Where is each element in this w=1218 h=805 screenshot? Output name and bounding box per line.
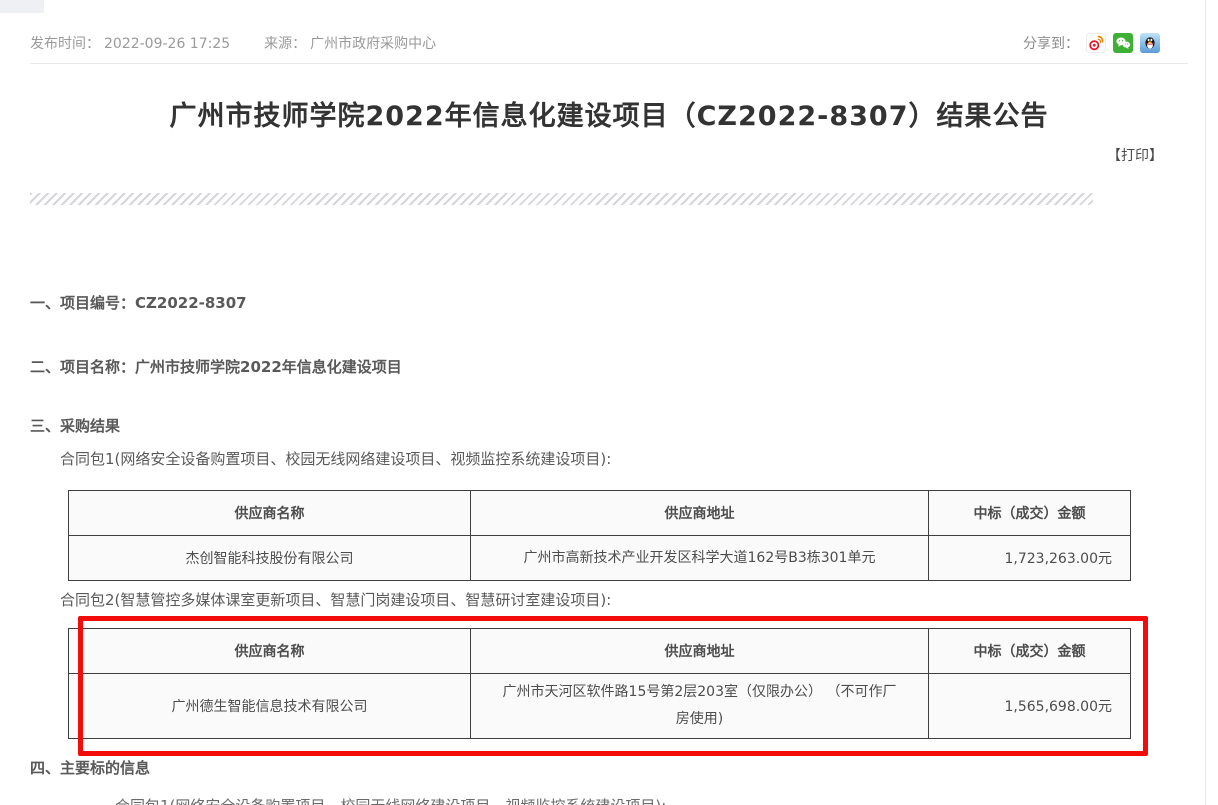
- section-main-subject-info: 四、主要标的信息: [30, 757, 150, 778]
- package1-label: 合同包1(网络安全设备购置项目、校园无线网络建设项目、视频监控系统建设项目):: [60, 448, 611, 469]
- share-bar: 分享到：: [1023, 33, 1160, 53]
- publish-info: 发布时间：2022-09-26 17:25 来源：广州市政府采购中心: [30, 33, 440, 53]
- col-supplier-name: 供应商名称: [69, 629, 471, 674]
- source-value: 广州市政府采购中心: [310, 36, 436, 52]
- publish-time-label: 发布时间：: [30, 36, 100, 52]
- col-supplier-name: 供应商名称: [69, 491, 471, 536]
- print-button[interactable]: 【打印】: [1107, 145, 1163, 165]
- meta-bar: 发布时间：2022-09-26 17:25 来源：广州市政府采购中心 分享到：: [30, 33, 1160, 53]
- col-supplier-address: 供应商地址: [471, 491, 929, 536]
- weibo-share-icon[interactable]: [1086, 33, 1106, 53]
- wechat-share-icon[interactable]: [1113, 33, 1133, 53]
- section-procurement-result: 三、采购结果: [30, 415, 120, 436]
- award-amount-cell: 1,723,263.00元: [929, 536, 1131, 581]
- section-project-number: 一、项目编号：CZ2022-8307: [30, 292, 247, 313]
- supplier-name-cell: 广州德生智能信息技术有限公司: [69, 674, 471, 739]
- package1-result-table: 供应商名称 供应商地址 中标（成交）金额 杰创智能科技股份有限公司 广州市高新技…: [68, 490, 1131, 581]
- section-project-name: 二、项目名称：广州市技师学院2022年信息化建设项目: [30, 356, 402, 377]
- supplier-name-cell: 杰创智能科技股份有限公司: [69, 536, 471, 581]
- table-header-row: 供应商名称 供应商地址 中标（成交）金额: [69, 629, 1131, 674]
- page-corner-fragment: [0, 0, 44, 13]
- table-row: 广州德生智能信息技术有限公司 广州市天河区软件路15号第2层203室（仅限办公）…: [69, 674, 1131, 739]
- col-award-amount: 中标（成交）金额: [929, 491, 1131, 536]
- supplier-address-cell: 广州市天河区软件路15号第2层203室（仅限办公） （不可作厂房使用): [471, 674, 929, 739]
- award-amount-cell: 1,565,698.00元: [929, 674, 1131, 739]
- table-row: 杰创智能科技股份有限公司 广州市高新技术产业开发区科学大道162号B3栋301单…: [69, 536, 1131, 581]
- package2-label: 合同包2(智慧管控多媒体课室更新项目、智慧门岗建设项目、智慧研讨室建设项目):: [60, 589, 611, 610]
- col-award-amount: 中标（成交）金额: [929, 629, 1131, 674]
- qq-share-icon[interactable]: [1140, 33, 1160, 53]
- supplier-address-cell: 广州市高新技术产业开发区科学大道162号B3栋301单元: [471, 536, 929, 581]
- package2-result-table: 供应商名称 供应商地址 中标（成交）金额 广州德生智能信息技术有限公司 广州市天…: [68, 628, 1131, 739]
- page-title: 广州市技师学院2022年信息化建设项目（CZ2022-8307）结果公告: [0, 94, 1218, 133]
- hatched-divider: [30, 193, 1093, 205]
- source-label: 来源：: [264, 36, 306, 52]
- announcement-page: 发布时间：2022-09-26 17:25 来源：广州市政府采购中心 分享到：: [0, 0, 1218, 805]
- col-supplier-address: 供应商地址: [471, 629, 929, 674]
- table-header-row: 供应商名称 供应商地址 中标（成交）金额: [69, 491, 1131, 536]
- publish-time-value: 2022-09-26 17:25: [104, 36, 230, 52]
- right-edge-line: [1205, 0, 1206, 805]
- share-label: 分享到：: [1023, 33, 1079, 53]
- header-divider: [30, 63, 1188, 64]
- clipped-footer-line: 合同包1(网络安全设备购置项目、校园无线网络建设项目、视频监控系统建设项目):: [115, 795, 666, 805]
